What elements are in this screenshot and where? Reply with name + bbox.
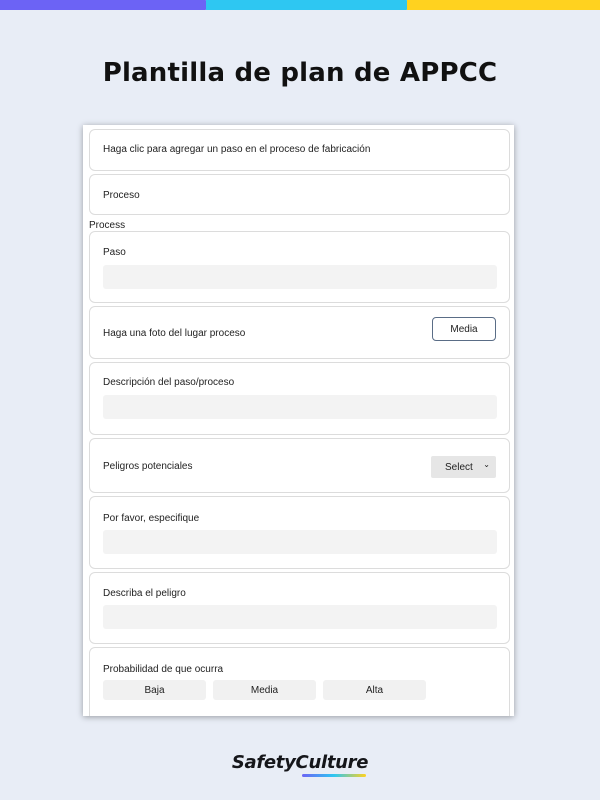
chevron-down-icon: ⌄ [483, 460, 490, 469]
safetyculture-logo: SafetyCulture [0, 752, 600, 777]
probability-label: Probabilidad de que ocurra [103, 664, 224, 675]
specify-label: Por favor, especifique [103, 513, 200, 524]
probability-option-alta[interactable]: Alta [323, 680, 426, 700]
step-label: Paso [103, 247, 126, 258]
form-screenshot-panel: Haga clic para agregar un paso en el pro… [83, 125, 514, 716]
photo-label: Haga una foto del lugar proceso [103, 328, 246, 339]
probability-option-baja[interactable]: Baja [103, 680, 206, 700]
description-label: Descripción del paso/proceso [103, 377, 235, 388]
describe-hazard-label: Describa el peligro [103, 588, 186, 599]
brand-logo-text: SafetyCulture [231, 752, 369, 777]
accent-bar-yellow [407, 0, 600, 10]
step-input[interactable] [103, 265, 497, 289]
probability-option-media[interactable]: Media [213, 680, 316, 700]
hazards-select-value: Select [445, 461, 473, 473]
describe-hazard-input[interactable] [103, 605, 497, 629]
accent-bar-cyan [206, 0, 411, 10]
specify-card: Por favor, especifique [89, 496, 510, 569]
photo-card: Haga una foto del lugar proceso Media [89, 306, 510, 359]
hazards-select[interactable]: Select ⌄ [431, 456, 496, 478]
logo-underline [301, 774, 367, 777]
hazards-card: Peligros potenciales Select ⌄ [89, 438, 510, 493]
description-card: Descripción del paso/proceso [89, 362, 510, 435]
process-section-label: Process [89, 220, 126, 231]
probability-card: Probabilidad de que ocurra Baja Media Al… [89, 647, 510, 716]
description-input[interactable] [103, 395, 497, 419]
media-button[interactable]: Media [432, 317, 496, 341]
describe-hazard-card: Describa el peligro [89, 572, 510, 644]
hazards-label: Peligros potenciales [103, 461, 193, 472]
accent-bar-purple [0, 0, 210, 10]
specify-input[interactable] [103, 530, 497, 554]
page-title: Plantilla de plan de APPCC [102, 58, 498, 88]
add-step-prompt: Haga clic para agregar un paso en el pro… [103, 144, 371, 155]
add-step-card[interactable]: Haga clic para agregar un paso en el pro… [89, 129, 510, 171]
process-heading-card: Proceso [89, 174, 510, 215]
step-card: Paso [89, 231, 510, 303]
process-heading: Proceso [103, 190, 140, 201]
top-accent-bar [0, 0, 600, 10]
brand-logo-label: SafetyCulture [231, 752, 369, 773]
